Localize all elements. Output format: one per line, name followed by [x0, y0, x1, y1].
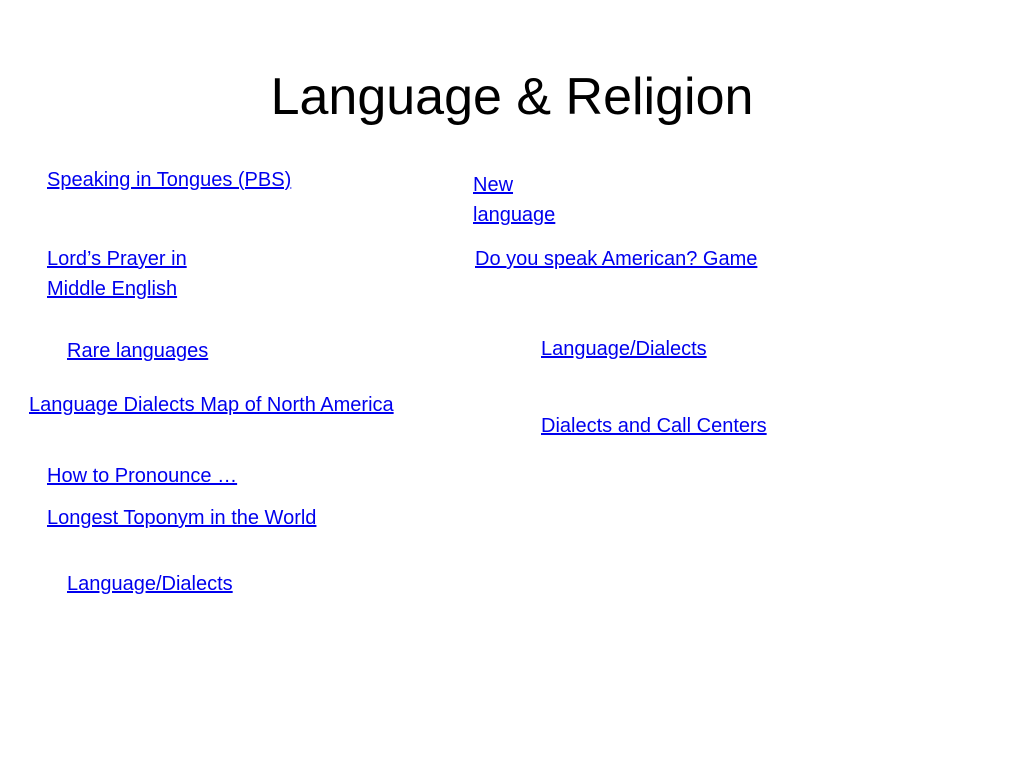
- slide: Language & Religion Speaking in Tongues …: [0, 0, 1024, 768]
- link-language-dialects-right[interactable]: Language/Dialects: [541, 334, 707, 364]
- slide-title: Language & Religion: [270, 68, 754, 126]
- link-lords-prayer-middle-english[interactable]: Lord’s Prayer in Middle English: [47, 244, 222, 304]
- link-how-to-pronounce[interactable]: How to Pronounce …: [47, 461, 237, 491]
- link-rare-languages[interactable]: Rare languages: [67, 336, 208, 366]
- link-language-dialects-map[interactable]: Language Dialects Map of North America: [29, 390, 394, 420]
- link-new-language[interactable]: New language: [473, 170, 573, 230]
- link-language-dialects-left[interactable]: Language/Dialects: [67, 569, 233, 599]
- link-do-you-speak-american-game[interactable]: Do you speak American? Game: [475, 244, 757, 274]
- link-longest-toponym[interactable]: Longest Toponym in the World: [47, 503, 316, 533]
- link-speaking-in-tongues[interactable]: Speaking in Tongues (PBS): [47, 165, 291, 195]
- link-dialects-call-centers[interactable]: Dialects and Call Centers: [541, 411, 767, 441]
